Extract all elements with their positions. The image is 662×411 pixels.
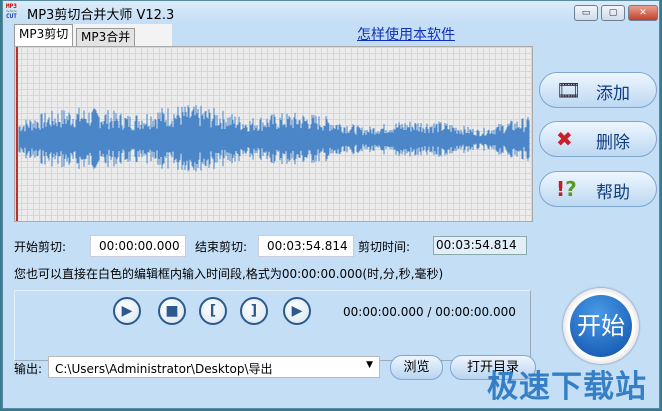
end-cut-label: 结束剪切: (195, 240, 248, 254)
tab-mp3-cut[interactable]: MP3剪切 (14, 24, 74, 46)
help-icon: !? (556, 177, 577, 201)
chevron-down-icon[interactable]: ▼ (366, 360, 373, 370)
browse-button[interactable]: 浏览 (390, 355, 443, 380)
add-film-icon: 🎞 (556, 78, 582, 102)
title-bar: MP3 ~~~ CUT MP3剪切合并大师 V12.3 ▭ ▢ ✕ (3, 1, 659, 23)
play-selection-icon: ▶ (291, 303, 303, 319)
waveform-path (18, 105, 530, 172)
window-title: MP3剪切合并大师 V12.3 (27, 8, 175, 23)
end-cut-input[interactable]: 00:03:54.814 (258, 235, 354, 257)
tab-mp3-merge[interactable]: MP3合并 (76, 28, 136, 46)
help-button[interactable]: !? 帮助 (539, 171, 657, 207)
start-cut-input[interactable]: 00:00:00.000 (90, 235, 186, 257)
player-panel (14, 290, 531, 361)
stop-icon: ■ (165, 303, 179, 319)
maximize-button[interactable]: ▢ (601, 5, 625, 21)
waveform-panel[interactable] (14, 46, 533, 222)
start-button[interactable]: 开始 (563, 288, 639, 364)
minimize-button[interactable]: ▭ (574, 5, 598, 21)
duration-label: 剪切时间: (358, 240, 411, 254)
output-label: 输出: (14, 362, 43, 376)
watermark: 极速下载站 (487, 369, 647, 405)
duration-value: 00:03:54.814 (433, 236, 527, 255)
format-hint: 您也可以直接在白色的编辑框内输入时间段,格式为00:00:00.000(时,分,… (14, 267, 444, 281)
playback-time: 00:00:00.000 / 00:00:00.000 (343, 305, 516, 319)
mark-end-icon: ] (250, 303, 258, 319)
start-cut-label: 开始剪切: (14, 240, 67, 254)
play-button[interactable]: ▶ (113, 297, 141, 325)
add-button[interactable]: 🎞 添加 (539, 72, 657, 108)
close-button[interactable]: ✕ (628, 5, 658, 21)
play-selection-button[interactable]: ▶ (283, 297, 311, 325)
mark-start-button[interactable]: [ (199, 297, 227, 325)
output-path-combo[interactable]: C:\Users\Administrator\Desktop\导出 ▼ (48, 356, 380, 378)
delete-button[interactable]: ✖ 删除 (539, 121, 657, 157)
stop-button[interactable]: ■ (158, 297, 186, 325)
tab-bar: MP3剪切 MP3合并 (14, 24, 172, 46)
delete-x-icon: ✖ (556, 127, 573, 151)
play-icon: ▶ (121, 303, 133, 319)
app-logo: MP3 ~~~ CUT (6, 3, 17, 20)
mark-start-icon: [ (209, 303, 217, 319)
waveform (16, 47, 530, 221)
mark-end-button[interactable]: ] (240, 297, 268, 325)
help-link[interactable]: 怎样使用本软件 (357, 24, 455, 44)
